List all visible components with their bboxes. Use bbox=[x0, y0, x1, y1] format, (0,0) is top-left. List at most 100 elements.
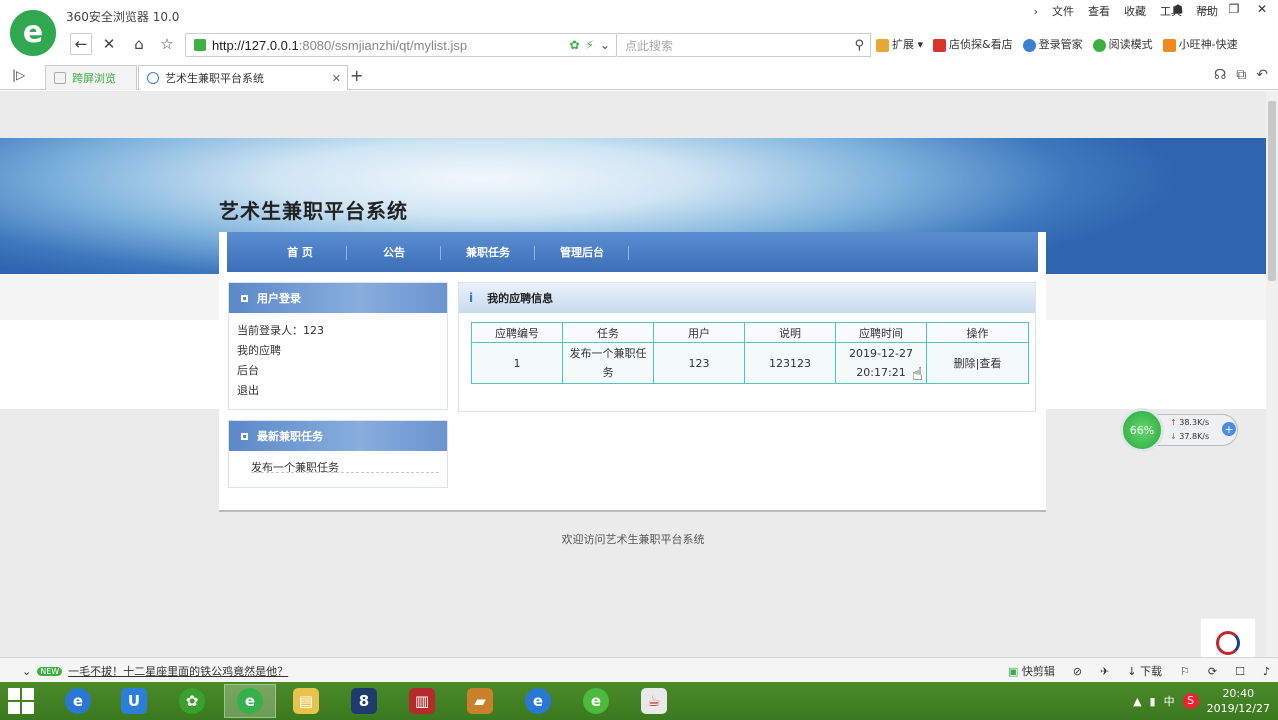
lightning-icon[interactable]: ⚡ bbox=[586, 38, 594, 52]
clock-date: 2019/12/27 bbox=[1206, 702, 1270, 715]
ie-icon-2[interactable]: e bbox=[512, 684, 564, 718]
net-speed-widget[interactable]: 66% ↑ 38.3K/s ↓ 37.8K/s + bbox=[1120, 408, 1240, 452]
window-controls: ☗ — ❐ ✕ bbox=[1170, 2, 1270, 16]
nav-tasks[interactable]: 兼职任务 bbox=[441, 232, 535, 272]
browser-app-title: 360安全浏览器 10.0 bbox=[66, 10, 180, 24]
sync-icon[interactable]: ⟳ bbox=[1208, 665, 1217, 678]
current-user: 当前登录人：123 bbox=[237, 324, 324, 337]
file-explorer-icon[interactable]: ▤ bbox=[280, 684, 332, 718]
menu-view[interactable]: 查看 bbox=[1088, 3, 1110, 19]
tray-sogou-icon[interactable]: S bbox=[1182, 693, 1199, 709]
tray-expand-icon[interactable]: ▲ bbox=[1133, 695, 1141, 708]
page-icon bbox=[54, 72, 66, 84]
browser-360-icon[interactable]: e bbox=[224, 684, 276, 718]
site-footer: 欢迎访问艺术生兼职平台系统 bbox=[561, 533, 705, 546]
headphone-icon[interactable]: ☊ bbox=[1214, 67, 1226, 83]
skin-icon[interactable]: ☗ bbox=[1170, 2, 1186, 16]
ext-xiaowangshen[interactable]: 小旺神-快速 bbox=[1162, 36, 1238, 52]
latest-tasks-panel: 最新兼职任务 发布一个兼职任务 bbox=[228, 420, 448, 488]
search-icon[interactable]: ⚲ bbox=[854, 38, 864, 53]
window-icon[interactable]: ☐ bbox=[1235, 665, 1245, 678]
download-arrow-icon: ↓ bbox=[1170, 432, 1177, 441]
col-task: 任务 bbox=[562, 322, 654, 343]
sidebar-toggle-icon[interactable]: |▷ bbox=[12, 68, 25, 82]
scrollbar-thumb[interactable] bbox=[1268, 101, 1276, 281]
close-window-button[interactable]: ✕ bbox=[1254, 2, 1270, 16]
quick-clip-button[interactable]: ▣ 快剪辑 bbox=[1008, 663, 1055, 679]
square-bullet-icon bbox=[241, 432, 248, 440]
menu-favorites[interactable]: 收藏 bbox=[1124, 3, 1146, 19]
ext-login-manager[interactable]: 登录管家 bbox=[1022, 36, 1083, 52]
new-tab-button[interactable]: + bbox=[350, 66, 363, 85]
ext-shop-spy[interactable]: 店侦探&看店 bbox=[933, 36, 1013, 52]
applications-table: 应聘编号 任务 用户 说明 应聘时间 操作 1 发布一个兼职任务 123 123… bbox=[471, 322, 1029, 384]
clock-time: 20:40 bbox=[1222, 687, 1255, 700]
favorite-star-button[interactable]: ☆ bbox=[156, 33, 178, 55]
tab-cross-screen[interactable]: 跨屏浏览 bbox=[45, 65, 137, 90]
tab-active-site[interactable]: 艺术生兼职平台系统 ✕ bbox=[138, 65, 348, 90]
windows-start-icon[interactable] bbox=[8, 688, 36, 714]
undo-icon[interactable]: ↶ bbox=[1256, 67, 1268, 83]
nav-admin[interactable]: 管理后台 bbox=[535, 232, 629, 272]
chevron-right-icon[interactable]: › bbox=[1034, 5, 1038, 18]
close-tab-icon[interactable]: ✕ bbox=[332, 72, 341, 85]
pin-icon[interactable]: ✈ bbox=[1100, 665, 1109, 678]
cell-desc: 123123 bbox=[744, 342, 836, 384]
tray-ime-icon[interactable]: 中 bbox=[1164, 693, 1175, 709]
link-logout[interactable]: 退出 bbox=[237, 381, 447, 401]
nav-home[interactable]: 首 页 bbox=[253, 232, 347, 272]
browser-statusbar: ⌄ NEW 一毛不拔！十二星座里面的铁公鸡竟然是他？ ▣ 快剪辑 ⊘ ✈ ↓ 下… bbox=[0, 657, 1278, 682]
volume-icon[interactable]: ♪ bbox=[1263, 665, 1270, 678]
login-panel-header: 用户登录 bbox=[229, 283, 447, 313]
tray-network-icon[interactable]: ▮ bbox=[1150, 695, 1156, 708]
editor-app-icon[interactable]: 8 bbox=[338, 684, 390, 718]
flag-icon[interactable]: ⚐ bbox=[1180, 665, 1190, 678]
page-scrollbar[interactable] bbox=[1266, 91, 1278, 657]
col-id: 应聘编号 bbox=[471, 322, 563, 343]
cell-user: 123 bbox=[653, 342, 745, 384]
home-button[interactable]: ⌂ bbox=[128, 33, 150, 55]
ext-reading-mode[interactable]: 阅读模式 bbox=[1092, 36, 1153, 52]
speed-icon[interactable]: ⊘ bbox=[1073, 665, 1082, 678]
refresh-icon[interactable]: ✿ bbox=[569, 38, 579, 52]
minimize-button[interactable]: — bbox=[1198, 2, 1214, 16]
leaf-app-icon[interactable]: ✿ bbox=[166, 684, 218, 718]
news-link[interactable]: 一毛不拔！十二星座里面的铁公鸡竟然是他？ bbox=[68, 663, 288, 679]
maximize-button[interactable]: ❐ bbox=[1226, 2, 1242, 16]
plus-icon[interactable]: + bbox=[1222, 422, 1236, 436]
system-tray: ▲ ▮ 中 S 20:40 2019/12/27 bbox=[1133, 684, 1270, 718]
info-icon: i bbox=[469, 291, 474, 305]
notebook-app-icon[interactable]: ▥ bbox=[396, 684, 448, 718]
extension-bar: 扩展 ▾ 店侦探&看店 登录管家 阅读模式 小旺神-快速 bbox=[876, 34, 1238, 54]
search-input[interactable]: 点此搜索 ⚲ bbox=[617, 33, 871, 57]
stop-button[interactable]: ✕ bbox=[98, 33, 120, 55]
link-my-applications[interactable]: 我的应聘 bbox=[237, 341, 447, 361]
chevron-down-icon[interactable]: ⌄ bbox=[600, 38, 610, 52]
java-app-icon[interactable]: ☕ bbox=[628, 684, 680, 718]
shield-app-icon[interactable]: U bbox=[108, 684, 160, 718]
tabs-icon[interactable]: ⧉ bbox=[1236, 67, 1246, 83]
download-button[interactable]: ↓ 下载 bbox=[1127, 663, 1162, 679]
square-bullet-icon bbox=[241, 294, 248, 302]
table-header-row: 应聘编号 任务 用户 说明 应聘时间 操作 bbox=[471, 322, 1029, 343]
chevron-down-icon[interactable]: ⌄ bbox=[22, 665, 31, 678]
back-button[interactable]: ← bbox=[70, 33, 92, 55]
cell-id: 1 bbox=[471, 342, 563, 384]
ext-extend[interactable]: 扩展 ▾ bbox=[876, 36, 923, 52]
green-app-icon[interactable]: e bbox=[570, 684, 622, 718]
ie-icon[interactable]: e bbox=[52, 684, 104, 718]
menu-file[interactable]: 文件 bbox=[1052, 3, 1074, 19]
tray-clock[interactable]: 20:40 2019/12/27 bbox=[1207, 686, 1270, 716]
address-bar[interactable]: http://127.0.0.1:8080/ssmjianzhi/qt/myli… bbox=[185, 33, 617, 57]
col-desc: 说明 bbox=[744, 322, 836, 343]
nav-notice[interactable]: 公告 bbox=[347, 232, 441, 272]
browser-logo-icon: e bbox=[10, 10, 56, 56]
main-nav: 首 页 公告 兼职任务 管理后台 bbox=[227, 232, 1038, 272]
link-backend[interactable]: 后台 bbox=[237, 361, 447, 381]
table-row: 1 发布一个兼职任务 123 123123 2019-12-27 20:17:2… bbox=[471, 342, 1029, 384]
col-user: 用户 bbox=[653, 322, 745, 343]
cell-ops[interactable]: 删除|查看 bbox=[926, 342, 1029, 384]
book-app-icon[interactable]: ▰ bbox=[454, 684, 506, 718]
applications-panel: i 我的应聘信息 应聘编号 任务 用户 说明 应聘时间 操作 1 发布一个兼职任… bbox=[458, 282, 1036, 412]
upload-arrow-icon: ↑ bbox=[1170, 418, 1177, 427]
